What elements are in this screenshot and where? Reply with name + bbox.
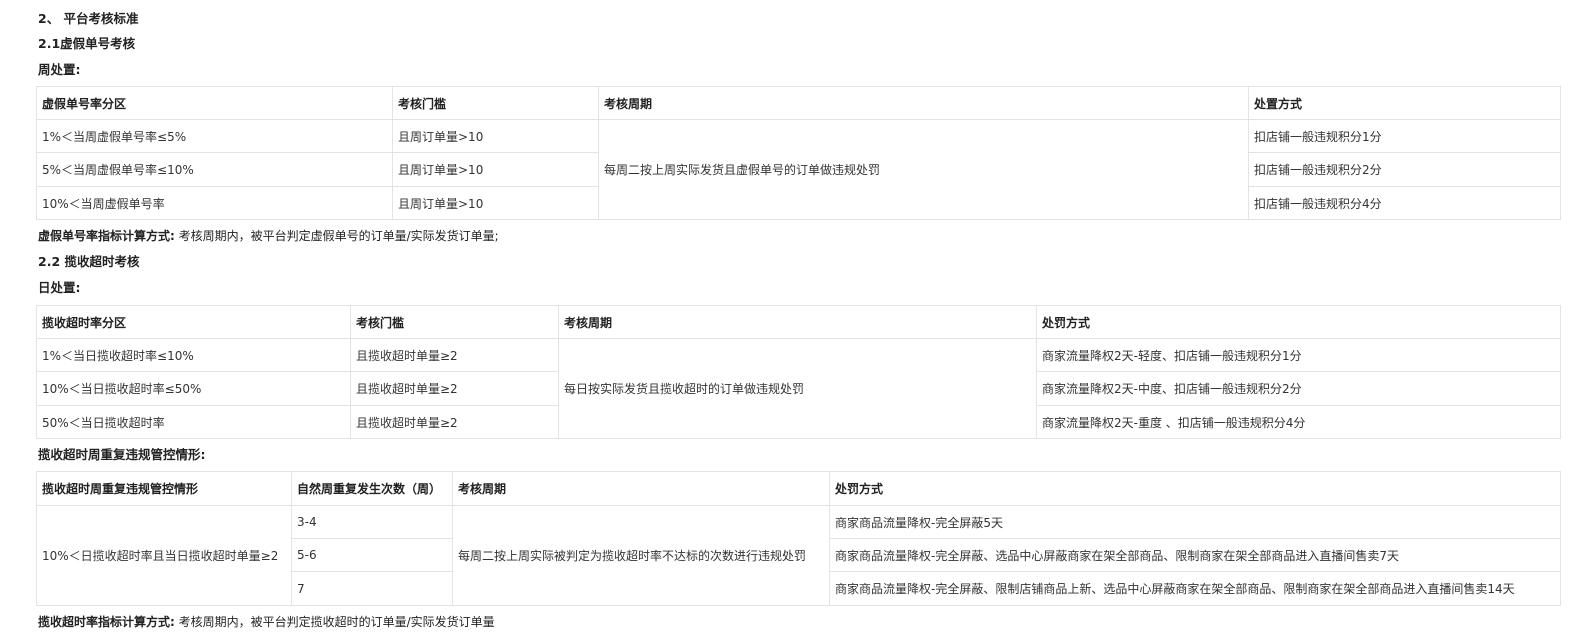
- formula-label: 揽收超时率指标计算方式:: [38, 615, 175, 629]
- repeat-count-cell: 7: [291, 571, 453, 606]
- formula-text: 考核周期内，被平台判定揽收超时的订单量/实际发货订单量: [178, 615, 495, 629]
- column-header: 考核周期: [558, 305, 1037, 339]
- rate-range-cell: 5%＜当周虚假单号率≤10%: [36, 152, 393, 187]
- pickup-timeout-table: 揽收超时率分区 考核门槛 考核周期 处罚方式 1%＜当日揽收超时率≤10% 且揽…: [36, 305, 1561, 439]
- threshold-cell: 且周订单量>10: [392, 119, 599, 153]
- column-header: 考核门槛: [350, 305, 559, 339]
- column-header: 处罚方式: [1036, 305, 1561, 339]
- penalty-cell: 商家流量降权2天-重度 、扣店铺一般违规积分4分: [1036, 405, 1561, 439]
- subsection-title-pickup-timeout: 2.2 揽收超时考核: [38, 254, 140, 269]
- cycle-cell: 每周二按上周实际发货且虚假单号的订单做违规处罚: [598, 119, 1249, 220]
- threshold-cell: 且揽收超时单量≥2: [350, 371, 559, 406]
- penalty-cell: 商家商品流量降权-完全屏蔽、选品中心屏蔽商家在架全部商品、限制商家在架全部商品进…: [829, 538, 1561, 572]
- rate-range-cell: 10%＜当日揽收超时率≤50%: [36, 371, 351, 406]
- formula-label: 虚假单号率指标计算方式:: [38, 229, 175, 243]
- rate-range-cell: 10%＜当周虚假单号率: [36, 186, 393, 220]
- rate-range-cell: 1%＜当日揽收超时率≤10%: [36, 338, 351, 372]
- fake-tracking-table: 虚假单号率分区 考核门槛 考核周期 处置方式 1%＜当周虚假单号率≤5% 且周订…: [36, 86, 1561, 220]
- repeat-count-cell: 5-6: [291, 538, 453, 572]
- pickup-timeout-formula: 揽收超时率指标计算方式: 考核周期内，被平台判定揽收超时的订单量/实际发货订单量: [38, 614, 495, 630]
- rate-range-cell: 50%＜当日揽收超时率: [36, 405, 351, 439]
- situation-cell: 10%＜日揽收超时率且当日揽收超时单量≥2: [36, 505, 292, 606]
- cycle-cell: 每日按实际发货且揽收超时的订单做违规处罚: [558, 338, 1037, 439]
- cycle-cell: 每周二按上周实际被判定为揽收超时率不达标的次数进行违规处罚: [452, 505, 830, 606]
- penalty-cell: 商家商品流量降权-完全屏蔽5天: [829, 505, 1561, 539]
- disposal-cell: 扣店铺一般违规积分1分: [1248, 119, 1561, 153]
- table-header-row: 揽收超时率分区 考核门槛 考核周期 处罚方式: [36, 305, 1561, 339]
- column-header: 考核周期: [598, 86, 1249, 120]
- threshold-cell: 且周订单量>10: [392, 186, 599, 220]
- disposal-cell: 扣店铺一般违规积分4分: [1248, 186, 1561, 220]
- repeat-violation-table: 揽收超时周重复违规管控情形 自然周重复发生次数（周） 考核周期 处罚方式 10%…: [36, 471, 1561, 606]
- weekly-disposal-label: 周处置:: [38, 62, 81, 77]
- daily-disposal-label: 日处置:: [38, 280, 81, 295]
- column-header: 考核门槛: [392, 86, 599, 120]
- column-header: 考核周期: [452, 471, 830, 506]
- repeat-count-cell: 3-4: [291, 505, 453, 539]
- column-header: 自然周重复发生次数（周）: [291, 471, 453, 506]
- table-row: 1%＜当日揽收超时率≤10% 且揽收超时单量≥2 每日按实际发货且揽收超时的订单…: [36, 338, 1561, 439]
- threshold-cell: 且周订单量>10: [392, 152, 599, 187]
- table-header-row: 虚假单号率分区 考核门槛 考核周期 处置方式: [36, 86, 1561, 120]
- column-header: 处置方式: [1248, 86, 1561, 120]
- threshold-cell: 且揽收超时单量≥2: [350, 405, 559, 439]
- subsection-title-fake-tracking: 2.1虚假单号考核: [38, 36, 136, 51]
- repeat-violation-label: 揽收超时周重复违规管控情形:: [38, 447, 206, 462]
- formula-text: 考核周期内，被平台判定虚假单号的订单量/实际发货订单量;: [178, 229, 499, 243]
- column-header: 虚假单号率分区: [36, 86, 393, 120]
- threshold-cell: 且揽收超时单量≥2: [350, 338, 559, 372]
- penalty-cell: 商家商品流量降权-完全屏蔽、限制店铺商品上新、选品中心屏蔽商家在架全部商品、限制…: [829, 571, 1561, 606]
- column-header: 揽收超时率分区: [36, 305, 351, 339]
- column-header: 揽收超时周重复违规管控情形: [36, 471, 292, 506]
- table-row: 1%＜当周虚假单号率≤5% 且周订单量>10 每周二按上周实际发货且虚假单号的订…: [36, 119, 1561, 220]
- table-header-row: 揽收超时周重复违规管控情形 自然周重复发生次数（周） 考核周期 处罚方式: [36, 471, 1561, 506]
- fake-tracking-formula: 虚假单号率指标计算方式: 考核周期内，被平台判定虚假单号的订单量/实际发货订单量…: [38, 228, 499, 244]
- rate-range-cell: 1%＜当周虚假单号率≤5%: [36, 119, 393, 153]
- penalty-cell: 商家流量降权2天-轻度、扣店铺一般违规积分1分: [1036, 338, 1561, 372]
- table-row: 10%＜日揽收超时率且当日揽收超时单量≥2 3-4 每周二按上周实际被判定为揽收…: [36, 505, 1561, 606]
- disposal-cell: 扣店铺一般违规积分2分: [1248, 152, 1561, 187]
- penalty-cell: 商家流量降权2天-中度、扣店铺一般违规积分2分: [1036, 371, 1561, 406]
- section-title: 2、 平台考核标准: [38, 11, 139, 26]
- column-header: 处罚方式: [829, 471, 1561, 506]
